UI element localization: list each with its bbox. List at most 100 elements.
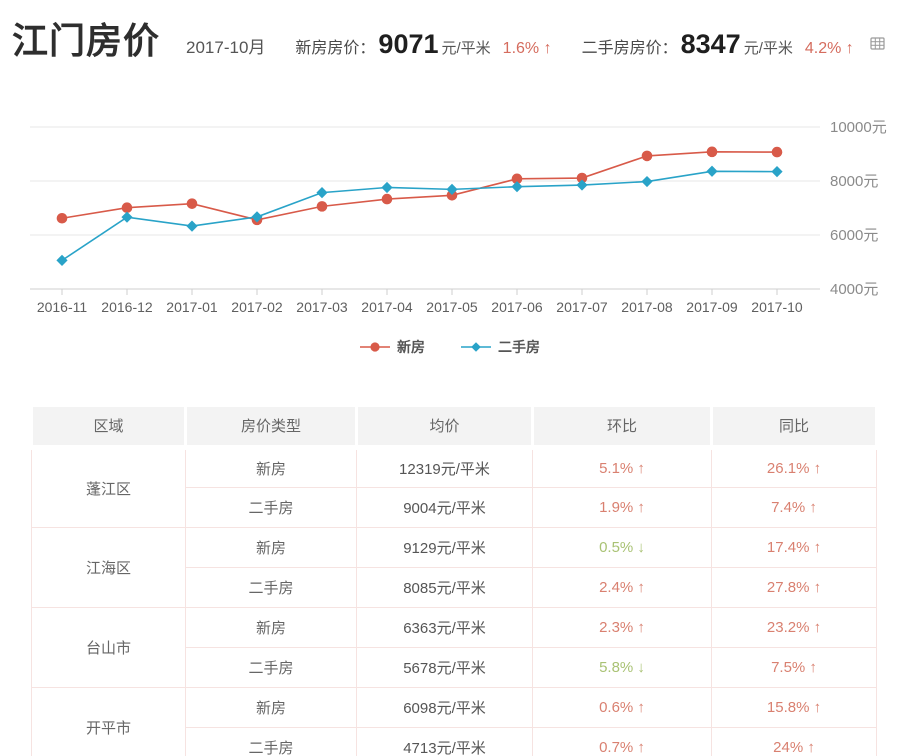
second-house-price-label: 二手房房价：: [582, 40, 678, 57]
y-axis-tick-label: 6000元: [830, 227, 878, 244]
x-axis-tick-label: 2017-01: [166, 299, 218, 315]
data-point: [317, 201, 328, 212]
data-point: [641, 176, 652, 187]
legend-label: 二手房: [498, 337, 540, 357]
data-point: [771, 166, 782, 177]
table-header-row: 区域 房价类型 均价 环比 同比: [32, 407, 877, 447]
table-row: 开平市新房6098元/平米0.6% ↑15.8% ↑: [32, 687, 877, 727]
new-house-price-label: 新房房价：: [295, 40, 375, 57]
x-axis-tick-label: 2017-06: [491, 299, 543, 315]
second-house-price-unit: 元/平米: [744, 40, 793, 57]
region-cell: 蓬江区: [32, 447, 186, 527]
type-cell: 新房: [186, 447, 357, 487]
legend-item-new-house[interactable]: 新房: [360, 337, 425, 357]
new-house-price-value: 9071: [378, 29, 438, 59]
mom-cell: 1.9% ↑: [533, 487, 712, 527]
page-header: 江门房价 2017-10月 新房房价：9071元/平米1.6% ↑ 二手房房价：…: [0, 0, 900, 64]
data-point: [381, 182, 392, 193]
price-cell: 4713元/平米: [357, 727, 533, 756]
y-axis-tick-label: 8000元: [830, 173, 878, 190]
second-house-stat: 二手房房价：8347元/平米 4.2% ↑: [582, 29, 854, 60]
table-row: 台山市新房6363元/平米2.3% ↑23.2% ↑: [32, 607, 877, 647]
price-cell: 6098元/平米: [357, 687, 533, 727]
date-label: 2017-10月: [186, 33, 265, 58]
mom-cell: 5.8% ↓: [533, 647, 712, 687]
yoy-cell: 15.8% ↑: [712, 687, 877, 727]
second-house-series-icon: [461, 341, 491, 353]
x-axis-tick-label: 2017-10: [751, 299, 803, 315]
col-header-price: 均价: [357, 407, 533, 447]
type-cell: 二手房: [186, 647, 357, 687]
data-point: [122, 202, 133, 213]
yoy-cell: 7.5% ↑: [712, 647, 877, 687]
mom-cell: 0.7% ↑: [533, 727, 712, 756]
data-point: [121, 212, 132, 223]
x-axis-tick-label: 2017-02: [231, 299, 283, 315]
col-header-yoy: 同比: [712, 407, 877, 447]
new-house-stat: 新房房价：9071元/平米 1.6% ↑: [295, 29, 551, 60]
data-point: [772, 147, 783, 158]
x-axis-tick-label: 2016-11: [37, 299, 88, 315]
page-title: 江门房价: [12, 12, 160, 64]
type-cell: 新房: [186, 527, 357, 567]
price-cell: 12319元/平米: [357, 447, 533, 487]
mom-cell: 5.1% ↑: [533, 447, 712, 487]
data-point: [57, 213, 68, 224]
data-point: [316, 187, 327, 198]
x-axis-tick-label: 2017-08: [621, 299, 673, 315]
price-cell: 5678元/平米: [357, 647, 533, 687]
data-point: [187, 198, 198, 209]
yoy-cell: 24% ↑: [712, 727, 877, 756]
yoy-cell: 23.2% ↑: [712, 607, 877, 647]
y-axis-tick-label: 4000元: [830, 281, 878, 298]
region-cell: 台山市: [32, 607, 186, 687]
price-cell: 9129元/平米: [357, 527, 533, 567]
region-cell: 开平市: [32, 687, 186, 756]
mom-cell: 2.3% ↑: [533, 607, 712, 647]
x-axis-tick-label: 2017-03: [296, 299, 348, 315]
y-axis-tick-label: 10000元: [830, 119, 887, 136]
region-cell: 江海区: [32, 527, 186, 607]
data-point: [706, 166, 717, 177]
data-point: [186, 220, 197, 231]
yoy-cell: 17.4% ↑: [712, 527, 877, 567]
legend-item-second-house[interactable]: 二手房: [461, 337, 540, 357]
type-cell: 二手房: [186, 487, 357, 527]
data-point: [642, 151, 653, 162]
price-trend-chart-canvas: 10000元 8000元 6000元 4000元 2016-11 2016-12 2017-…: [0, 100, 900, 318]
table-grid-icon[interactable]: [870, 36, 885, 56]
data-point: [511, 181, 522, 192]
mom-cell: 0.5% ↓: [533, 527, 712, 567]
table-row: 江海区新房9129元/平米0.5% ↓17.4% ↑: [32, 527, 877, 567]
yoy-cell: 27.8% ↑: [712, 567, 877, 607]
mom-cell: 0.6% ↑: [533, 687, 712, 727]
second-house-change: 4.2% ↑: [805, 40, 854, 57]
data-point: [707, 147, 718, 158]
new-house-price-unit: 元/平米: [442, 40, 491, 57]
type-cell: 二手房: [186, 567, 357, 607]
table-row: 蓬江区新房12319元/平米5.1% ↑26.1% ↑: [32, 447, 877, 487]
x-axis-tick-label: 2017-09: [686, 299, 738, 315]
yoy-cell: 26.1% ↑: [712, 447, 877, 487]
price-cell: 8085元/平米: [357, 567, 533, 607]
price-cell: 6363元/平米: [357, 607, 533, 647]
x-axis-tick-label: 2017-05: [426, 299, 478, 315]
x-axis-tick-label: 2017-07: [556, 299, 608, 315]
col-header-type: 房价类型: [186, 407, 357, 447]
yoy-cell: 7.4% ↑: [712, 487, 877, 527]
x-axis-tick-label: 2017-04: [361, 299, 413, 315]
new-house-series-icon: [360, 341, 390, 353]
data-point: [56, 255, 67, 266]
new-house-change: 1.6% ↑: [503, 40, 552, 57]
price-cell: 9004元/平米: [357, 487, 533, 527]
type-cell: 新房: [186, 607, 357, 647]
col-header-region: 区域: [32, 407, 186, 447]
district-price-table: 区域 房价类型 均价 环比 同比 蓬江区新房12319元/平米5.1% ↑26.…: [30, 407, 878, 756]
mom-cell: 2.4% ↑: [533, 567, 712, 607]
legend-label: 新房: [397, 337, 425, 357]
price-trend-chart: 10000元 8000元 6000元 4000元 2016-11 2016-12 2017-…: [0, 100, 900, 357]
second-house-price-value: 8347: [681, 29, 741, 59]
x-axis-tick-label: 2016-12: [101, 299, 153, 315]
type-cell: 新房: [186, 687, 357, 727]
chart-legend: 新房 二手房: [0, 337, 900, 357]
